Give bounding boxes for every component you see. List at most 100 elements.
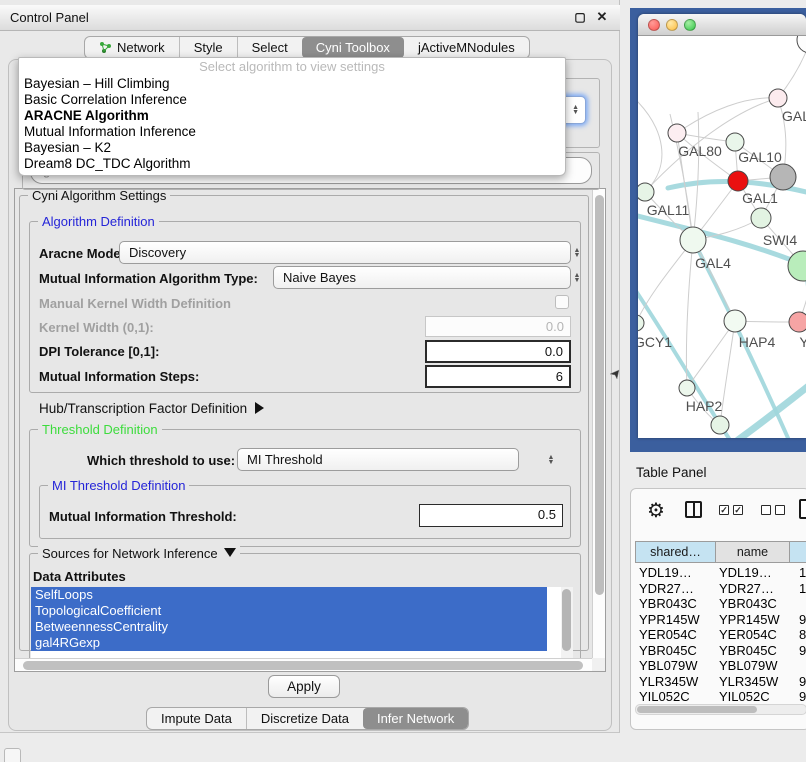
network-node[interactable] [797, 36, 806, 53]
network-node-label: Y [799, 334, 806, 350]
minimize-traffic-light-icon[interactable] [666, 19, 678, 31]
dpi-tolerance-field[interactable]: 0.0 [425, 340, 571, 363]
algorithm-option[interactable]: Mutual Information Inference [19, 124, 565, 140]
attribute-list-item[interactable]: TopologicalCoefficient [31, 603, 547, 619]
scrollbar-thumb[interactable] [637, 706, 757, 713]
attributes-scrollbar[interactable] [561, 587, 573, 659]
table-row[interactable]: YER054CYER054C8. [635, 627, 806, 643]
collapsed-arrow-icon [255, 402, 264, 414]
table-cell: YBL079W [635, 658, 715, 674]
network-node[interactable] [679, 380, 695, 396]
mi-threshold-title: MI Threshold Definition [48, 478, 189, 493]
hub-section-toggle[interactable]: Hub/Transcription Factor Definition [39, 401, 264, 416]
deselect-all-columns-icon[interactable] [761, 505, 785, 515]
tab-impute-data[interactable]: Impute Data [147, 708, 246, 729]
tab-select[interactable]: Select [237, 37, 302, 58]
attribute-list-item[interactable]: BetweennessCentrality [31, 619, 547, 635]
sources-toggle[interactable]: Sources for Network Inference [38, 546, 240, 561]
data-attributes-list: SelfLoopsTopologicalCoefficientBetweenne… [31, 587, 561, 659]
table-row[interactable]: YBR045CYBR045C9. [635, 643, 806, 659]
table-cell: YDR27… [715, 581, 789, 597]
float-window-icon[interactable]: ▢ [572, 9, 588, 25]
table-cell: YBR043C [635, 596, 715, 612]
network-node[interactable] [711, 416, 729, 434]
which-threshold-label: Which threshold to use: [87, 453, 235, 468]
gear-icon[interactable]: ⚙ [647, 498, 665, 523]
network-node[interactable] [724, 310, 746, 332]
table-row[interactable]: YDL19…YDL19…13 [635, 565, 806, 581]
network-node[interactable] [668, 124, 686, 142]
table-row[interactable]: YIL052CYIL052C9 [635, 689, 806, 703]
manual-kernel-label: Manual Kernel Width Definition [39, 296, 231, 311]
network-node-labels: GALGAL80GAL10GAL1GAL11SWI4GAL4GCY1HAP4YH… [638, 108, 806, 414]
close-traffic-light-icon[interactable] [648, 19, 660, 31]
tab-cyni-toolbox[interactable]: Cyni Toolbox [302, 37, 404, 58]
table-panel: ⚙ ✓ ✓ shared… name YDL19…YDL19…13YDR27…Y… [630, 488, 806, 730]
split-columns-icon[interactable] [685, 501, 702, 518]
settings-vertical-scrollbar[interactable] [592, 189, 605, 659]
network-node[interactable] [638, 315, 644, 331]
tab-network[interactable]: Network [85, 37, 179, 58]
column-header-clipped[interactable] [790, 542, 806, 562]
zoom-traffic-light-icon[interactable] [684, 19, 696, 31]
new-table-icon[interactable] [799, 499, 806, 519]
attribute-list-item[interactable]: gal4RGexp [31, 635, 547, 651]
algorithm-option[interactable]: Dream8 DC_TDC Algorithm [19, 156, 565, 172]
tab-jactivemnodules[interactable]: jActiveMNodules [404, 37, 529, 58]
algorithm-option[interactable]: Basic Correlation Inference [19, 92, 565, 108]
aracne-mode-combobox[interactable]: Discovery [119, 241, 571, 264]
manual-kernel-checkbox[interactable] [555, 295, 569, 309]
scrollbar-thumb[interactable] [595, 195, 604, 595]
table-row[interactable]: YPR145WYPR145W9. [635, 612, 806, 628]
network-node[interactable] [788, 251, 806, 281]
column-header-name[interactable]: name [716, 542, 790, 562]
attribute-list-item[interactable]: SelfLoops [31, 587, 547, 603]
table-horizontal-scrollbar[interactable] [635, 704, 806, 715]
scrollbar-thumb[interactable] [562, 589, 571, 651]
algorithm-option[interactable]: ARACNE Algorithm [19, 108, 565, 124]
tab-discretize-data[interactable]: Discretize Data [246, 708, 363, 729]
close-window-icon[interactable]: ✕ [594, 9, 610, 25]
table-row[interactable]: YLR345WYLR345W9. [635, 674, 806, 690]
tab-label: jActiveMNodules [418, 40, 515, 55]
which-threshold-combobox[interactable]: MI Threshold [237, 448, 519, 471]
algorithm-option[interactable]: Bayesian – K2 [19, 140, 565, 156]
network-node-label: SWI4 [763, 232, 797, 248]
dropdown-placeholder: Select algorithm to view settings [19, 58, 565, 76]
network-canvas[interactable]: GALGAL80GAL10GAL1GAL11SWI4GAL4GCY1HAP4YH… [638, 36, 806, 438]
mi-algorithm-type-combobox[interactable]: Naive Bayes [273, 266, 571, 289]
select-all-columns-icon[interactable]: ✓ ✓ [719, 505, 743, 515]
network-node[interactable] [680, 227, 706, 253]
network-node[interactable] [769, 89, 787, 107]
table-row[interactable]: YBL079WYBL079W [635, 658, 806, 674]
network-window-titlebar[interactable] [638, 14, 806, 36]
network-node[interactable] [728, 171, 748, 191]
apply-button[interactable]: Apply [268, 675, 340, 698]
network-node[interactable] [751, 208, 771, 228]
application-window: Control Panel ▢ ✕ NetworkStyleSelectCyni… [0, 0, 806, 762]
network-node[interactable] [789, 312, 806, 332]
kernel-width-field[interactable]: 0.0 [425, 316, 571, 337]
table-cell: YLR345W [635, 674, 715, 690]
table-cell: YBR043C [715, 596, 789, 612]
network-node-label: GAL4 [695, 255, 731, 271]
table-row[interactable]: YBR043CYBR043C [635, 596, 806, 612]
network-node[interactable] [638, 183, 654, 201]
mi-steps-field[interactable]: 6 [425, 365, 571, 388]
table-cell: 9. [789, 612, 806, 628]
network-node[interactable] [770, 164, 796, 190]
settings-horizontal-scrollbar[interactable] [15, 658, 594, 671]
scrollbar-thumb[interactable] [23, 661, 583, 670]
mi-threshold-field[interactable]: 0.5 [419, 504, 563, 527]
unchecked-box-icon [775, 505, 785, 515]
table-cell: 8. [789, 627, 806, 643]
table-cell: YER054C [715, 627, 789, 643]
tab-style[interactable]: Style [179, 37, 237, 58]
table-body: YDL19…YDL19…13YDR27…YDR27…12YBR043CYBR04… [635, 565, 806, 703]
column-header-shared-name[interactable]: shared… [636, 542, 716, 562]
algorithm-option[interactable]: Bayesian – Hill Climbing [19, 76, 565, 92]
minimized-panel-icon[interactable] [4, 748, 21, 762]
table-row[interactable]: YDR27…YDR27…12 [635, 581, 806, 597]
combo-stepper-icon: ▲▼ [572, 105, 579, 115]
tab-infer-network[interactable]: Infer Network [363, 708, 468, 729]
